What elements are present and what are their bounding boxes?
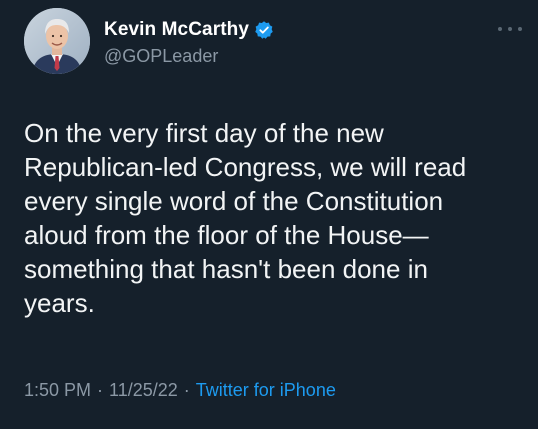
separator-dot: · [97,380,104,400]
tweet-text: On the very first day of the new Republi… [24,118,467,318]
separator-dot: · [183,380,190,400]
tweet-card: Kevin McCarthy @GOPLeader On the very fi… [0,0,538,429]
name-row: Kevin McCarthy [104,18,274,42]
avatar[interactable] [24,8,90,74]
verified-badge-icon [254,20,274,40]
more-horizontal-icon[interactable] [498,22,522,36]
tweet-date[interactable]: 11/25/22 [109,380,178,401]
tweet-metadata: 1:50 PM · 11/25/22 · Twitter for iPhone [24,380,336,401]
tweet-source-link[interactable]: Twitter for iPhone [196,380,336,401]
profile-photo-icon [24,8,90,74]
display-name[interactable]: Kevin McCarthy [104,19,249,41]
tweet-time[interactable]: 1:50 PM [24,380,91,401]
author-block: Kevin McCarthy @GOPLeader [104,18,274,67]
user-handle[interactable]: @GOPLeader [104,46,274,67]
